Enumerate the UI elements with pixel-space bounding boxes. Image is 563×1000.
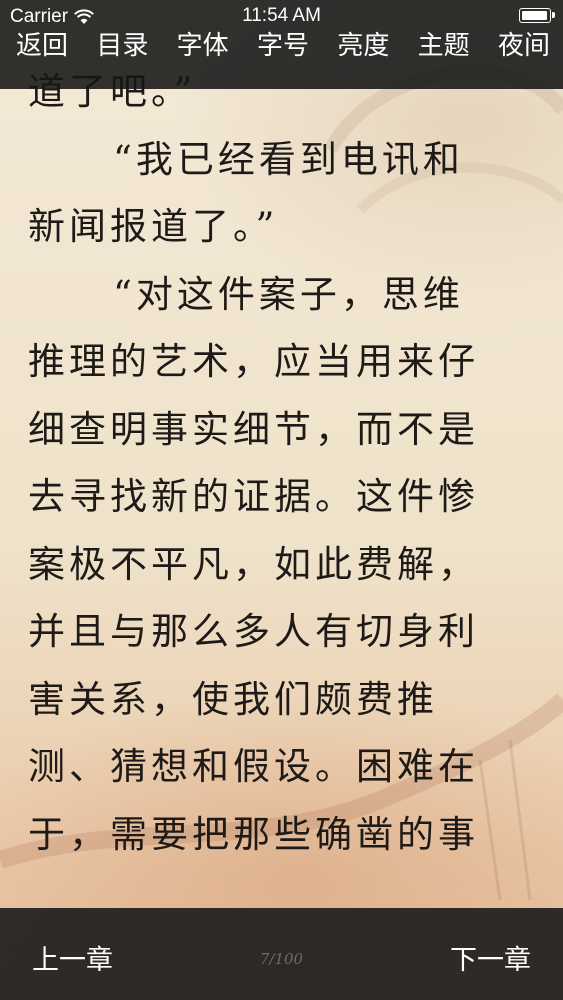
status-time: 11:54 AM — [242, 5, 321, 26]
brightness-button[interactable]: 亮度 — [337, 28, 389, 64]
content-line: “对这件案子，思维 — [113, 272, 464, 316]
battery-level — [522, 11, 547, 20]
content-line: “我已经看到电讯和 — [113, 137, 464, 181]
bottom-toolbar: 上一章 7/100 下一章 — [0, 908, 563, 1000]
battery-icon — [519, 8, 555, 23]
contents-button[interactable]: 目录 — [96, 28, 148, 64]
content-line: 推理的艺术，应当用来仔 — [28, 340, 479, 383]
content-line: 害关系，使我们颇费推 — [28, 677, 438, 721]
next-chapter-button[interactable]: 下一章 — [450, 938, 531, 977]
content-line: 于，需要把那些确凿的事 — [28, 812, 479, 856]
content-line: 并且与那么多人有切身利 — [28, 610, 479, 653]
font-size-button[interactable]: 字号 — [257, 28, 309, 64]
content-line: 案极不平凡，如此费解， — [28, 542, 479, 586]
back-button[interactable]: 返回 — [16, 28, 68, 64]
theme-button[interactable]: 主题 — [418, 28, 470, 64]
reader-menu: 返回 目录 字体 字号 亮度 主题 夜间 — [0, 28, 563, 64]
top-toolbar: Carrier 11:54 AM 返回 目录 字体 字号 亮度 主题 夜间 — [0, 0, 563, 89]
night-mode-button[interactable]: 夜间 — [498, 28, 550, 64]
content-line: 去寻找新的证据。这件惨 — [28, 475, 479, 518]
content-line: 新闻报道了。” — [28, 205, 279, 248]
content-line: 细查明事实细节，而不是 — [28, 407, 479, 451]
status-bar: Carrier 11:54 AM — [0, 0, 563, 28]
book-content[interactable]: 道了吧。” “我已经看到电讯和 新闻报道了。” “对这件案子，思维 推理的艺术，… — [28, 58, 543, 898]
content-line: 测、猜想和假设。困难在 — [28, 745, 479, 788]
font-button[interactable]: 字体 — [177, 28, 229, 64]
